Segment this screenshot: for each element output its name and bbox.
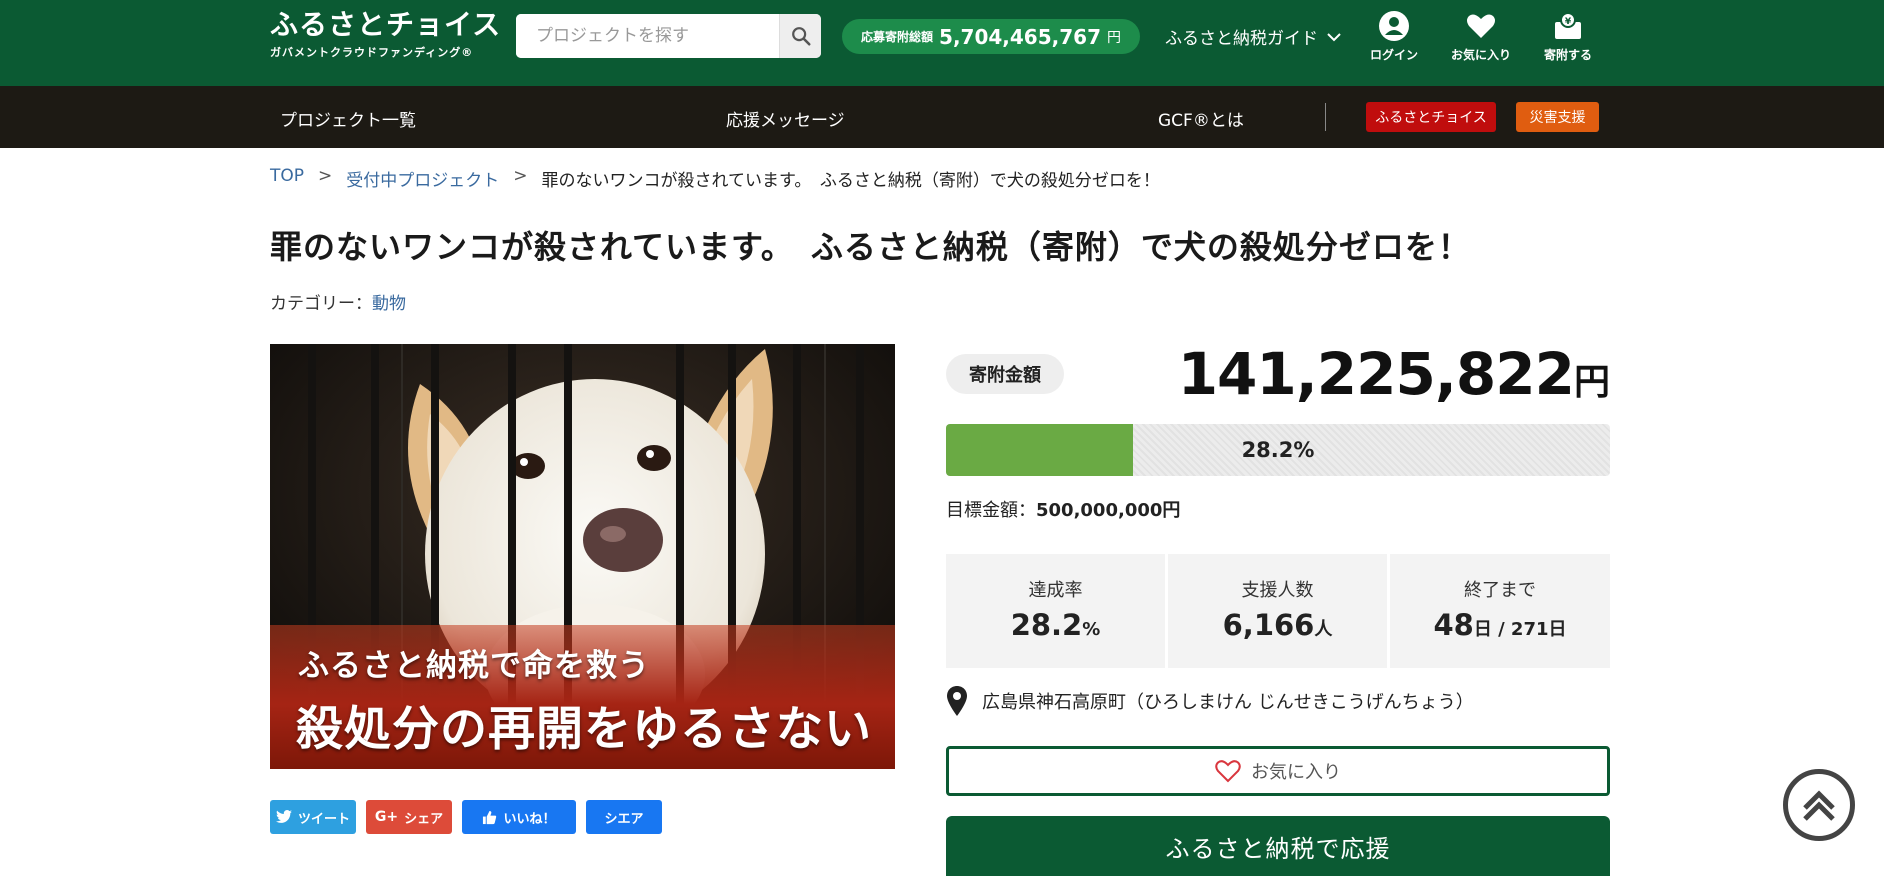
favorite-label: お気に入り <box>1251 762 1341 783</box>
favorites-label: お気に入り <box>1450 48 1511 62</box>
donate-link[interactable]: ¥ 寄附する <box>1532 10 1604 63</box>
category-link[interactable]: 動物 <box>372 294 406 314</box>
total-donation-badge: 応募寄附総額 5,704,465,767 円 <box>842 19 1140 54</box>
breadcrumb-separator: > <box>318 166 333 186</box>
gplus-share-button[interactable]: G+ シェア <box>366 800 452 834</box>
heart-icon <box>1467 14 1495 38</box>
goal-value: 500,000,000円 <box>1036 500 1181 521</box>
tag-disaster-support[interactable]: 災害支援 <box>1516 102 1599 132</box>
stat-label: 支援人数 <box>1241 580 1314 601</box>
tweet-label: ツイート <box>297 811 350 827</box>
category-line: カテゴリー：動物 <box>270 289 406 314</box>
search-box <box>516 14 821 58</box>
breadcrumb-separator: > <box>513 166 528 186</box>
twitter-icon <box>275 810 292 823</box>
site-logo[interactable]: ふるさとチョイス ガバメントクラウドファンディング® <box>270 8 501 60</box>
breadcrumb-top[interactable]: TOP <box>270 166 304 191</box>
project-hero-image: ふるさと納税で命を救う 殺処分の再開をゆるさない <box>270 344 895 769</box>
login-label: ログイン <box>1369 48 1418 62</box>
hero-caption-line1: ふるさと納税で命を救う <box>298 648 650 684</box>
stat-achievement-rate: 達成率 28.2% <box>946 554 1165 668</box>
favorites-link[interactable]: お気に入り <box>1445 10 1517 63</box>
location: 広島県神石高原町（ひろしまけん じんせきこうげんちょう） <box>946 686 1474 716</box>
share-buttons: ツイート G+ シェア いいね！ シエア <box>270 800 662 834</box>
stat-value: 28.2% <box>1010 608 1101 642</box>
stat-days-remaining: 終了まで 48日 / 271日 <box>1390 554 1610 668</box>
main-nav: プロジェクト一覧 応援メッセージ GCF®とは ふるさとチョイス 災害支援 <box>0 86 1884 148</box>
guide-label: ふるさと納税ガイド <box>1165 29 1318 49</box>
search-button[interactable] <box>779 14 821 58</box>
stat-label: 達成率 <box>1028 580 1083 601</box>
amount-unit: 円 <box>1573 362 1610 403</box>
stat-value: 6,166人 <box>1222 608 1333 642</box>
nav-divider <box>1325 103 1326 131</box>
tweet-button[interactable]: ツイート <box>270 800 356 834</box>
search-input[interactable] <box>516 14 778 58</box>
page-title: 罪のないワンコが殺されています。 ふるさと納税（寄附）で犬の殺処分ゼロを！ <box>270 228 1471 266</box>
facebook-share-button[interactable]: シエア <box>586 800 662 834</box>
location-text[interactable]: 広島県神石高原町（ひろしまけん じんせきこうげんちょう） <box>982 688 1474 714</box>
logo-title: ふるさとチョイス <box>270 8 502 41</box>
amount-value: 141,225,822 <box>1177 340 1575 408</box>
chevron-up-icon <box>1803 790 1835 821</box>
total-label: 応募寄附総額 <box>861 30 934 44</box>
stat-label: 終了まで <box>1464 580 1536 601</box>
svg-text:¥: ¥ <box>1565 17 1572 27</box>
search-icon <box>791 27 811 46</box>
goal-label: 目標金額： <box>946 500 1036 521</box>
stat-supporters: 支援人数 6,166人 <box>1168 554 1387 668</box>
amount-label: 寄附金額 <box>946 354 1064 394</box>
amount-display: 141,225,822円 <box>1178 340 1610 408</box>
facebook-like-button[interactable]: いいね！ <box>462 800 576 834</box>
logo-subtitle: ガバメントクラウドファンディング® <box>270 46 474 59</box>
progress-bar: 28.2% <box>946 424 1610 476</box>
back-to-top-button[interactable] <box>1783 769 1855 841</box>
chevron-down-icon <box>1327 32 1341 41</box>
progress-text: 28.2% <box>1241 438 1315 462</box>
like-label: いいね！ <box>503 811 556 827</box>
hero-caption-line2: 殺処分の再開をゆるさない <box>296 702 872 757</box>
share-label: シエア <box>604 811 644 827</box>
add-favorite-button[interactable]: お気に入り <box>946 746 1610 796</box>
thumbs-up-icon <box>483 810 497 824</box>
google-plus-icon: G+ <box>374 809 399 825</box>
total-unit: 円 <box>1106 29 1121 46</box>
donate-icon: ¥ <box>1555 12 1581 39</box>
nav-project-list[interactable]: プロジェクト一覧 <box>280 106 416 131</box>
breadcrumb: TOP > 受付中プロジェクト > 罪のないワンコが殺されています。 ふるさと納… <box>270 166 1160 191</box>
total-value: 5,704,465,767 <box>939 24 1101 49</box>
site-header: ふるさとチョイス ガバメントクラウドファンディング® 応募寄附総額 5,704,… <box>0 0 1884 86</box>
nav-about-gcf[interactable]: GCF®とは <box>1158 106 1244 131</box>
nav-messages[interactable]: 応援メッセージ <box>726 106 845 131</box>
breadcrumb-current: 罪のないワンコが殺されています。 ふるさと納税（寄附）で犬の殺処分ゼロを！ <box>541 171 1160 191</box>
gplus-label: シェア <box>404 811 444 827</box>
category-label: カテゴリー： <box>270 294 372 314</box>
donate-cta-button[interactable]: ふるさと納税で応援 <box>946 816 1610 876</box>
goal-amount: 目標金額：500,000,000円 <box>946 496 1180 522</box>
guide-menu[interactable]: ふるさと納税ガイド <box>1165 24 1342 49</box>
heart-outline-icon <box>1215 760 1241 783</box>
tag-furusato-choice[interactable]: ふるさとチョイス <box>1366 102 1496 132</box>
stat-value: 48日 / 271日 <box>1433 608 1567 642</box>
login-link[interactable]: ログイン <box>1358 10 1430 63</box>
map-pin-icon <box>947 686 967 716</box>
user-icon <box>1379 11 1409 41</box>
donate-label: 寄附する <box>1543 48 1592 62</box>
breadcrumb-section[interactable]: 受付中プロジェクト <box>346 166 499 191</box>
